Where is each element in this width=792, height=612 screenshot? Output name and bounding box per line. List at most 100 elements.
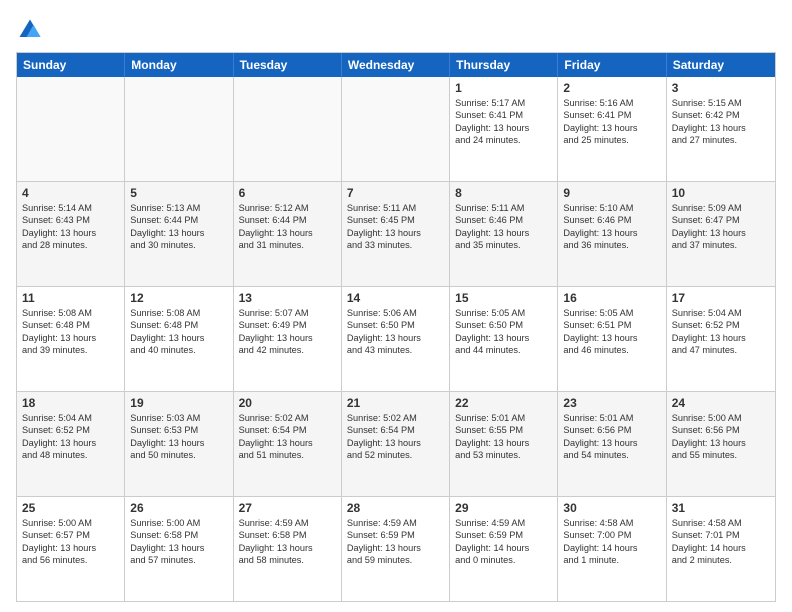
- cell-info: Sunrise: 5:04 AM Sunset: 6:52 PM Dayligh…: [672, 307, 770, 357]
- day-number: 31: [672, 501, 770, 515]
- cell-info: Sunrise: 5:03 AM Sunset: 6:53 PM Dayligh…: [130, 412, 227, 462]
- header: [16, 16, 776, 44]
- day-number: 2: [563, 81, 660, 95]
- cell-info: Sunrise: 4:59 AM Sunset: 6:59 PM Dayligh…: [455, 517, 552, 567]
- calendar: SundayMondayTuesdayWednesdayThursdayFrid…: [16, 52, 776, 602]
- calendar-cell: 28Sunrise: 4:59 AM Sunset: 6:59 PM Dayli…: [342, 497, 450, 601]
- calendar-cell: 31 Sunrise: 4:58 AM Sunset: 7:01 PM Dayli…: [667, 497, 775, 601]
- calendar-row: 25Sunrise: 5:00 AM Sunset: 6:57 PM Dayli…: [17, 496, 775, 601]
- day-number: 26: [130, 501, 227, 515]
- day-number: 3: [672, 81, 770, 95]
- day-number: 15: [455, 291, 552, 305]
- calendar-cell: 2 Sunrise: 5:16 AM Sunset: 6:41 PM Daylig…: [558, 77, 666, 181]
- cell-info: Sunrise: 5:08 AM Sunset: 6:48 PM Dayligh…: [130, 307, 227, 357]
- day-number: 25: [22, 501, 119, 515]
- calendar-cell: 4 Sunrise: 5:14 AM Sunset: 6:43 PM Daylig…: [17, 182, 125, 286]
- calendar-cell: 24 Sunrise: 5:00 AM Sunset: 6:56 PM Dayli…: [667, 392, 775, 496]
- calendar-cell: 23 Sunrise: 5:01 AM Sunset: 6:56 PM Dayli…: [558, 392, 666, 496]
- calendar-cell: 12 Sunrise: 5:08 AM Sunset: 6:48 PM Dayli…: [125, 287, 233, 391]
- day-number: 9: [563, 186, 660, 200]
- calendar-cell: [234, 77, 342, 181]
- cell-info: Sunrise: 4:58 AM Sunset: 7:01 PM Dayligh…: [672, 517, 770, 567]
- calendar-cell: [125, 77, 233, 181]
- calendar-cell: 19 Sunrise: 5:03 AM Sunset: 6:53 PM Dayli…: [125, 392, 233, 496]
- cell-info: Sunrise: 5:17 AM Sunset: 6:41 PM Dayligh…: [455, 97, 552, 147]
- calendar-cell: 11 Sunrise: 5:08 AM Sunset: 6:48 PM Dayli…: [17, 287, 125, 391]
- calendar-row: 18Sunrise: 5:04 AM Sunset: 6:52 PM Dayli…: [17, 391, 775, 496]
- day-number: 20: [239, 396, 336, 410]
- cell-info: Sunrise: 5:10 AM Sunset: 6:46 PM Dayligh…: [563, 202, 660, 252]
- cell-info: Sunrise: 5:02 AM Sunset: 6:54 PM Dayligh…: [239, 412, 336, 462]
- day-number: 12: [130, 291, 227, 305]
- cell-info: Sunrise: 5:01 AM Sunset: 6:56 PM Dayligh…: [563, 412, 660, 462]
- calendar-row: 4 Sunrise: 5:14 AM Sunset: 6:43 PM Daylig…: [17, 181, 775, 286]
- calendar-cell: 30Sunrise: 4:58 AM Sunset: 7:00 PM Dayli…: [558, 497, 666, 601]
- cell-info: Sunrise: 5:02 AM Sunset: 6:54 PM Dayligh…: [347, 412, 444, 462]
- calendar-cell: 1 Sunrise: 5:17 AM Sunset: 6:41 PM Daylig…: [450, 77, 558, 181]
- cell-info: Sunrise: 5:05 AM Sunset: 6:50 PM Dayligh…: [455, 307, 552, 357]
- cell-info: Sunrise: 5:09 AM Sunset: 6:47 PM Dayligh…: [672, 202, 770, 252]
- page: SundayMondayTuesdayWednesdayThursdayFrid…: [0, 0, 792, 612]
- calendar-cell: 22Sunrise: 5:01 AM Sunset: 6:55 PM Dayli…: [450, 392, 558, 496]
- calendar-cell: 5Sunrise: 5:13 AM Sunset: 6:44 PM Daylig…: [125, 182, 233, 286]
- day-number: 29: [455, 501, 552, 515]
- calendar-cell: [342, 77, 450, 181]
- cell-info: Sunrise: 4:58 AM Sunset: 7:00 PM Dayligh…: [563, 517, 660, 567]
- calendar-cell: 27 Sunrise: 4:59 AM Sunset: 6:58 PM Dayli…: [234, 497, 342, 601]
- calendar-cell: 16 Sunrise: 5:05 AM Sunset: 6:51 PM Dayli…: [558, 287, 666, 391]
- header-cell-sunday: Sunday: [17, 53, 125, 77]
- day-number: 10: [672, 186, 770, 200]
- cell-info: Sunrise: 5:14 AM Sunset: 6:43 PM Dayligh…: [22, 202, 119, 252]
- calendar-cell: 7 Sunrise: 5:11 AM Sunset: 6:45 PM Daylig…: [342, 182, 450, 286]
- calendar-header: SundayMondayTuesdayWednesdayThursdayFrid…: [17, 53, 775, 77]
- header-cell-friday: Friday: [558, 53, 666, 77]
- calendar-cell: 18Sunrise: 5:04 AM Sunset: 6:52 PM Dayli…: [17, 392, 125, 496]
- day-number: 13: [239, 291, 336, 305]
- day-number: 27: [239, 501, 336, 515]
- header-cell-tuesday: Tuesday: [234, 53, 342, 77]
- calendar-cell: 10 Sunrise: 5:09 AM Sunset: 6:47 PM Dayli…: [667, 182, 775, 286]
- day-number: 19: [130, 396, 227, 410]
- logo: [16, 16, 48, 44]
- calendar-body: 1 Sunrise: 5:17 AM Sunset: 6:41 PM Daylig…: [17, 77, 775, 601]
- cell-info: Sunrise: 5:07 AM Sunset: 6:49 PM Dayligh…: [239, 307, 336, 357]
- calendar-row: 11 Sunrise: 5:08 AM Sunset: 6:48 PM Dayli…: [17, 286, 775, 391]
- day-number: 1: [455, 81, 552, 95]
- cell-info: Sunrise: 5:11 AM Sunset: 6:45 PM Dayligh…: [347, 202, 444, 252]
- cell-info: Sunrise: 5:08 AM Sunset: 6:48 PM Dayligh…: [22, 307, 119, 357]
- header-cell-monday: Monday: [125, 53, 233, 77]
- day-number: 6: [239, 186, 336, 200]
- day-number: 21: [347, 396, 444, 410]
- header-cell-saturday: Saturday: [667, 53, 775, 77]
- calendar-cell: 20 Sunrise: 5:02 AM Sunset: 6:54 PM Dayli…: [234, 392, 342, 496]
- day-number: 14: [347, 291, 444, 305]
- calendar-cell: 6Sunrise: 5:12 AM Sunset: 6:44 PM Daylig…: [234, 182, 342, 286]
- cell-info: Sunrise: 5:16 AM Sunset: 6:41 PM Dayligh…: [563, 97, 660, 147]
- calendar-cell: 14 Sunrise: 5:06 AM Sunset: 6:50 PM Dayli…: [342, 287, 450, 391]
- day-number: 16: [563, 291, 660, 305]
- cell-info: Sunrise: 5:00 AM Sunset: 6:56 PM Dayligh…: [672, 412, 770, 462]
- day-number: 11: [22, 291, 119, 305]
- calendar-cell: 15 Sunrise: 5:05 AM Sunset: 6:50 PM Dayli…: [450, 287, 558, 391]
- day-number: 18: [22, 396, 119, 410]
- day-number: 8: [455, 186, 552, 200]
- day-number: 4: [22, 186, 119, 200]
- day-number: 24: [672, 396, 770, 410]
- cell-info: Sunrise: 5:06 AM Sunset: 6:50 PM Dayligh…: [347, 307, 444, 357]
- calendar-cell: [17, 77, 125, 181]
- header-cell-wednesday: Wednesday: [342, 53, 450, 77]
- day-number: 17: [672, 291, 770, 305]
- header-cell-thursday: Thursday: [450, 53, 558, 77]
- calendar-cell: 25Sunrise: 5:00 AM Sunset: 6:57 PM Dayli…: [17, 497, 125, 601]
- cell-info: Sunrise: 5:05 AM Sunset: 6:51 PM Dayligh…: [563, 307, 660, 357]
- calendar-cell: 13 Sunrise: 5:07 AM Sunset: 6:49 PM Dayli…: [234, 287, 342, 391]
- cell-info: Sunrise: 5:15 AM Sunset: 6:42 PM Dayligh…: [672, 97, 770, 147]
- cell-info: Sunrise: 5:11 AM Sunset: 6:46 PM Dayligh…: [455, 202, 552, 252]
- day-number: 5: [130, 186, 227, 200]
- day-number: 7: [347, 186, 444, 200]
- day-number: 28: [347, 501, 444, 515]
- cell-info: Sunrise: 4:59 AM Sunset: 6:58 PM Dayligh…: [239, 517, 336, 567]
- day-number: 23: [563, 396, 660, 410]
- calendar-row: 1 Sunrise: 5:17 AM Sunset: 6:41 PM Daylig…: [17, 77, 775, 181]
- calendar-cell: 21 Sunrise: 5:02 AM Sunset: 6:54 PM Dayli…: [342, 392, 450, 496]
